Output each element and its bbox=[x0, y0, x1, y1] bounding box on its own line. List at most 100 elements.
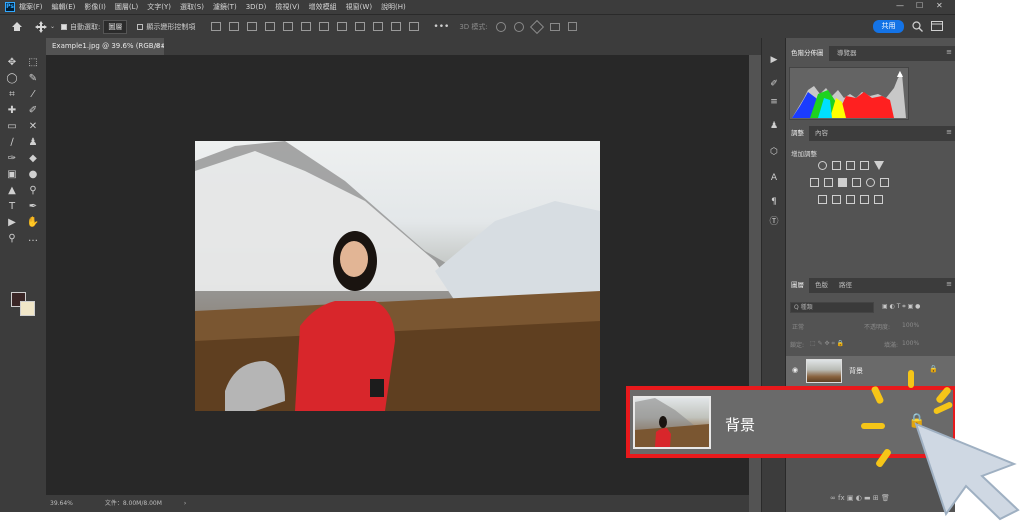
transform-controls-checkbox[interactable] bbox=[137, 23, 144, 30]
chevron-down-icon[interactable]: ⌄ bbox=[50, 23, 55, 30]
eye-icon[interactable]: ◉ bbox=[792, 366, 798, 374]
move-tool-icon[interactable]: ✥ bbox=[5, 56, 19, 70]
status-menu-chevron-icon[interactable]: › bbox=[184, 500, 186, 507]
lock-options-icons[interactable]: ⬚ ✎ ✥ ⌗ 🔒 bbox=[810, 340, 844, 348]
pan-3d-icon[interactable] bbox=[529, 19, 544, 34]
move-tool-icon[interactable] bbox=[35, 20, 47, 33]
hue-saturation-icon[interactable] bbox=[810, 178, 819, 187]
panel-menu-icon[interactable]: ≡ bbox=[946, 128, 952, 136]
hand-tool-icon[interactable]: ✋ bbox=[26, 216, 40, 230]
pen-tool-icon[interactable]: ✒ bbox=[26, 200, 40, 214]
close-icon[interactable]: ✕ bbox=[936, 1, 943, 10]
play-icon[interactable]: ▶ bbox=[768, 54, 780, 66]
tab-navigator[interactable]: 導覽器 bbox=[832, 46, 862, 61]
brush-settings-icon[interactable]: ✐ bbox=[768, 78, 780, 90]
path-select-icon[interactable]: ▶ bbox=[5, 216, 19, 230]
dodge-tool-icon[interactable]: ⚲ bbox=[26, 184, 40, 198]
align-right-icon[interactable] bbox=[247, 22, 258, 31]
align-top-icon[interactable] bbox=[265, 22, 276, 31]
photo-filter-icon[interactable] bbox=[852, 178, 861, 187]
distribute-top-icon[interactable] bbox=[319, 22, 330, 31]
align-bottom-icon[interactable] bbox=[301, 22, 312, 31]
home-icon[interactable] bbox=[11, 21, 23, 32]
gradient-tool-icon[interactable]: ▣ bbox=[5, 168, 19, 182]
threshold-icon[interactable] bbox=[846, 195, 855, 204]
exposure-adjust-icon[interactable] bbox=[860, 161, 869, 170]
menu-3d[interactable]: 3D(D) bbox=[246, 3, 267, 11]
3d-cube-icon[interactable]: ⬡ bbox=[768, 146, 780, 158]
roll-3d-icon[interactable] bbox=[513, 21, 524, 32]
distribute-center-icon[interactable] bbox=[391, 22, 402, 31]
menu-select[interactable]: 選取(S) bbox=[180, 2, 204, 12]
blur-tool-icon[interactable]: ● bbox=[26, 168, 40, 182]
menu-layer[interactable]: 圖層(L) bbox=[115, 2, 138, 12]
menu-image[interactable]: 影像(I) bbox=[84, 2, 106, 12]
scale-3d-icon[interactable] bbox=[567, 22, 577, 31]
workspace-icon[interactable] bbox=[931, 21, 943, 32]
brightness-adjust-icon[interactable] bbox=[818, 161, 827, 170]
menu-edit[interactable]: 編輯(E) bbox=[52, 2, 76, 12]
posterize-icon[interactable] bbox=[832, 195, 841, 204]
patch-tool-icon[interactable]: ▭ bbox=[5, 120, 19, 134]
document-tab[interactable]: Example1.jpg @ 39.6% (RGB/8#) × bbox=[46, 38, 169, 55]
color-lookup-icon[interactable] bbox=[880, 178, 889, 187]
layer-filter-icons[interactable]: ▣ ◐ T ⌗ ▣ ● bbox=[882, 303, 920, 311]
layer-actions-bar[interactable]: ∞ fx ▣ ◐ ▬ ⊞ 🗑 bbox=[830, 494, 890, 502]
tab-paths[interactable]: 路徑 bbox=[834, 278, 857, 293]
panel-menu-icon[interactable]: ≡ bbox=[946, 48, 952, 56]
slide-3d-icon[interactable] bbox=[549, 22, 560, 31]
tab-adjustments[interactable]: 調整 bbox=[786, 126, 809, 141]
close-icon[interactable]: × bbox=[154, 38, 160, 55]
background-color-swatch[interactable] bbox=[20, 301, 35, 316]
restore-icon[interactable]: ☐ bbox=[916, 1, 923, 10]
quick-select-tool-icon[interactable]: ✎ bbox=[26, 72, 40, 86]
distribute-middle-icon[interactable] bbox=[337, 22, 348, 31]
channel-mixer-icon[interactable] bbox=[866, 178, 875, 187]
healing-brush-icon[interactable]: ✚ bbox=[5, 104, 19, 118]
distribute-right-icon[interactable] bbox=[409, 22, 420, 31]
black-white-icon[interactable] bbox=[838, 178, 847, 187]
align-center-icon[interactable] bbox=[229, 22, 240, 31]
character-icon[interactable]: ♟ bbox=[768, 120, 780, 132]
orbit-3d-icon[interactable] bbox=[495, 21, 506, 32]
auto-select-checkbox[interactable] bbox=[61, 23, 68, 30]
more-tools-icon[interactable]: … bbox=[26, 232, 40, 246]
search-icon[interactable] bbox=[912, 21, 923, 32]
lock-icon[interactable]: 🔒 bbox=[929, 365, 938, 373]
selective-color-icon[interactable] bbox=[874, 195, 883, 204]
menu-view[interactable]: 檢視(V) bbox=[275, 2, 299, 12]
document-image[interactable] bbox=[195, 141, 600, 411]
auto-select-dropdown[interactable]: 圖層 bbox=[103, 19, 128, 34]
color-balance-icon[interactable] bbox=[824, 178, 833, 187]
eraser-tool-icon[interactable]: ◆ bbox=[26, 152, 40, 166]
tab-histogram[interactable]: 色階分佈圖 bbox=[786, 46, 829, 61]
fill-value[interactable]: 100% bbox=[902, 340, 919, 347]
distribute-bottom-icon[interactable] bbox=[355, 22, 366, 31]
paragraph-icon[interactable]: ¶ bbox=[768, 196, 780, 208]
sliders-icon[interactable]: ≡ bbox=[768, 96, 780, 108]
crop-tool-icon[interactable]: ⌗ bbox=[5, 88, 19, 102]
align-middle-icon[interactable] bbox=[283, 22, 294, 31]
share-button[interactable]: 共用 bbox=[873, 20, 904, 33]
tab-channels[interactable]: 色版 bbox=[810, 278, 833, 293]
blend-mode-select[interactable]: 正常 bbox=[792, 322, 804, 331]
pencil-tool-icon[interactable]: ∕ bbox=[5, 136, 19, 150]
menu-plugins[interactable]: 增效模組 bbox=[309, 2, 337, 12]
layer-filter-input[interactable]: Q 種類 bbox=[790, 302, 874, 313]
levels-adjust-icon[interactable] bbox=[832, 161, 841, 170]
clone-stamp-icon[interactable]: ♟ bbox=[26, 136, 40, 150]
history-brush-icon[interactable]: ✑ bbox=[5, 152, 19, 166]
lasso-tool-icon[interactable]: ◯ bbox=[5, 72, 19, 86]
more-options-button[interactable]: ••• bbox=[433, 22, 449, 32]
type-tool-icon[interactable]: T bbox=[5, 200, 19, 214]
menu-window[interactable]: 視窗(W) bbox=[346, 2, 372, 12]
minimize-icon[interactable]: — bbox=[896, 1, 904, 10]
vibrance-adjust-icon[interactable] bbox=[874, 161, 884, 170]
opacity-value[interactable]: 100% bbox=[902, 322, 919, 329]
menu-filter[interactable]: 濾鏡(T) bbox=[213, 2, 237, 12]
distribute-left-icon[interactable] bbox=[373, 22, 384, 31]
invert-icon[interactable] bbox=[818, 195, 827, 204]
glyphs-icon[interactable]: A bbox=[768, 172, 780, 184]
menu-help[interactable]: 說明(H) bbox=[381, 2, 406, 12]
brush-tool-icon[interactable]: ✐ bbox=[26, 104, 40, 118]
